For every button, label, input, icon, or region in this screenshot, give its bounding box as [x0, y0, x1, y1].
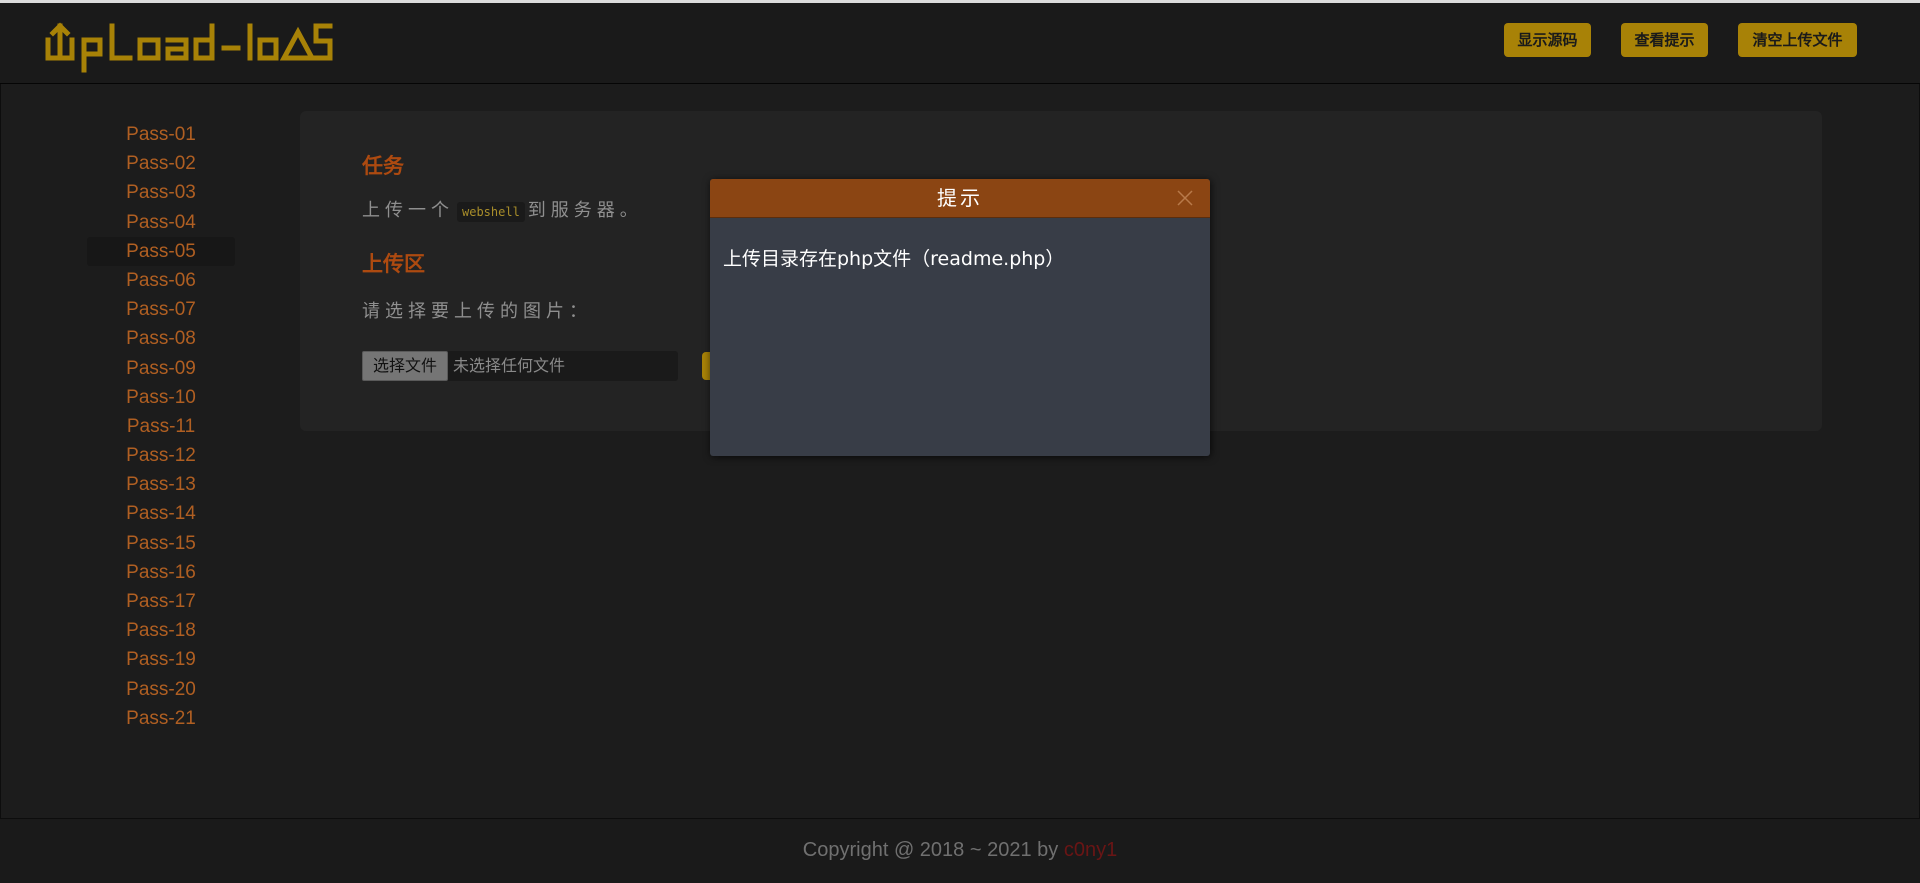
footer: Copyright @ 2018 ~ 2021 by c0ny1 — [0, 819, 1920, 883]
dialog-header: 提示 — [710, 179, 1210, 218]
pass-sidebar: Pass-01 Pass-02 Pass-03 Pass-04 Pass-05 Pass-… — [87, 120, 235, 733]
sidebar-item-pass-03[interactable]: Pass-03 — [87, 178, 235, 207]
sidebar-item-pass-08[interactable]: Pass-08 — [87, 324, 235, 353]
clear-uploads-button[interactable]: 清空上传文件 — [1738, 23, 1857, 57]
file-input[interactable]: 选择文件 未选择任何文件 — [362, 351, 678, 381]
sidebar-item-pass-15[interactable]: Pass-15 — [87, 529, 235, 558]
sidebar-item-pass-10[interactable]: Pass-10 — [87, 383, 235, 412]
sidebar-item-pass-21[interactable]: Pass-21 — [87, 704, 235, 733]
sidebar-item-pass-12[interactable]: Pass-12 — [87, 441, 235, 470]
upload-prompt: 请选择要上传的图片： — [362, 301, 592, 322]
task-text-after: 到服务器。 — [527, 200, 643, 221]
webshell-code: webshell — [457, 202, 525, 222]
sidebar-item-pass-04[interactable]: Pass-04 — [87, 208, 235, 237]
task-description: 上传一个 webshell 到服务器。 — [362, 196, 643, 222]
sidebar-item-pass-13[interactable]: Pass-13 — [87, 470, 235, 499]
view-hint-button[interactable]: 查看提示 — [1621, 23, 1708, 57]
sidebar-item-pass-11[interactable]: Pass-11 — [87, 412, 235, 441]
sidebar-item-pass-06[interactable]: Pass-06 — [87, 266, 235, 295]
dialog-title: 提示 — [937, 186, 983, 210]
upload-heading: 上传区 — [362, 252, 425, 276]
sidebar-item-pass-19[interactable]: Pass-19 — [87, 645, 235, 674]
close-icon[interactable] — [1176, 189, 1194, 207]
sidebar-item-pass-16[interactable]: Pass-16 — [87, 558, 235, 587]
sidebar-item-pass-09[interactable]: Pass-09 — [87, 354, 235, 383]
show-source-button[interactable]: 显示源码 — [1504, 23, 1591, 57]
task-text-before: 上传一个 — [362, 200, 454, 221]
dialog-message: 上传目录存在php文件（readme.php） — [723, 248, 1065, 270]
sidebar-item-pass-02[interactable]: Pass-02 — [87, 149, 235, 178]
sidebar-item-pass-14[interactable]: Pass-14 — [87, 499, 235, 528]
sidebar-item-pass-18[interactable]: Pass-18 — [87, 616, 235, 645]
copyright-label: Copyright @ 2018 ~ 2021 by — [802, 839, 1059, 861]
sidebar-item-pass-17[interactable]: Pass-17 — [87, 587, 235, 616]
sidebar-item-pass-07[interactable]: Pass-07 — [87, 295, 235, 324]
hint-dialog: 提示 上传目录存在php文件（readme.php） — [710, 179, 1210, 456]
sidebar-item-pass-05[interactable]: Pass-05 — [87, 236, 235, 266]
sidebar-item-pass-20[interactable]: Pass-20 — [87, 675, 235, 704]
author-link[interactable]: c0ny1 — [1064, 839, 1117, 861]
file-name-label: 未选择任何文件 — [453, 356, 566, 375]
upload-labs-logo — [45, 22, 333, 73]
task-heading: 任务 — [362, 154, 404, 178]
choose-file-button[interactable]: 选择文件 — [362, 351, 448, 381]
copyright-text: Copyright @ 2018 ~ 2021 by c0ny1 — [0, 839, 1920, 862]
header: 显示源码 查看提示 清空上传文件 — [0, 3, 1920, 84]
sidebar-item-pass-01[interactable]: Pass-01 — [87, 120, 235, 149]
